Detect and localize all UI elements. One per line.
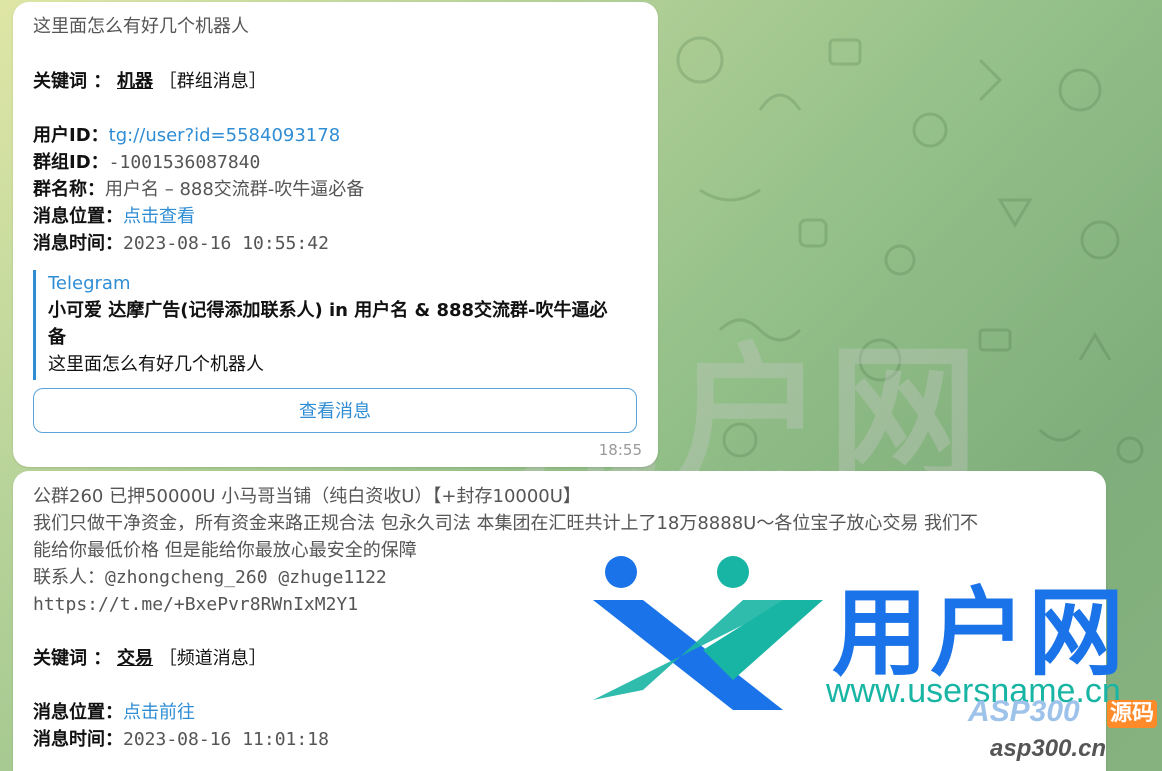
keyword-value: 机器	[117, 71, 154, 92]
asp300-logo: ASP300	[968, 695, 1080, 728]
view-message-button[interactable]: 查看消息	[33, 388, 637, 433]
user-id-label: 用户ID：	[33, 125, 109, 146]
keyword-label: 关键词 ：	[33, 71, 112, 92]
message-time-row: 消息时间：2023-08-16 10:55:42	[33, 230, 329, 257]
message-time-row: 消息时间：2023-08-16 11:01:18	[33, 726, 329, 753]
quote-text: 这里面怎么有好几个机器人	[48, 354, 264, 375]
group-id-row: 群组ID：-1001536087840	[33, 149, 260, 176]
asp300-url: asp300.cn	[990, 735, 1107, 762]
view-link[interactable]: 点击查看	[123, 206, 195, 227]
message-time-value: 2023-08-16 10:55:42	[123, 233, 329, 254]
group-name-row: 群名称：用户名 – 888交流群-吹牛逼必备	[33, 176, 364, 203]
keyword-row: 关键词 ： 机器 ［群组消息］	[33, 68, 267, 95]
message-text: 这里面怎么有好几个机器人	[33, 16, 249, 37]
message-time-label: 消息时间：	[33, 729, 123, 750]
message-position-label: 消息位置：	[33, 206, 123, 227]
quote-source: Telegram	[48, 273, 131, 294]
message-position-row: 消息位置：点击前往	[33, 699, 195, 726]
message-line-2: 我们只做干净资金，所有资金来路正规合法 包永久司法 本集团在汇旺共计上了18万8…	[33, 513, 979, 534]
group-name-value: 用户名 – 888交流群-吹牛逼必备	[105, 179, 365, 200]
message-time-value: 2023-08-16 11:01:18	[123, 729, 329, 750]
group-id-label: 群组ID：	[33, 152, 109, 173]
message-position-label: 消息位置：	[33, 702, 123, 723]
message-line-3: 能给你最低价格 但是能给你最放心最安全的保障	[33, 540, 417, 561]
keyword-row: 关键词 ： 交易 ［频道消息］	[33, 645, 267, 672]
message-position-row: 消息位置：点击查看	[33, 203, 195, 230]
quote-header: 小可爱 达摩广告(记得添加联系人) in 用户名 & 888交流群-吹牛逼必备	[48, 300, 608, 348]
asp300-badge: 源码	[1107, 700, 1158, 728]
message-time-label: 消息时间：	[33, 233, 123, 254]
keyword-type: ［频道消息］	[158, 648, 267, 669]
keyword-type: ［群组消息］	[158, 71, 267, 92]
user-id-link[interactable]: tg://user?id=5584093178	[109, 125, 341, 146]
message-line-1: 公群260 已押50000U 小马哥当铺（纯白资收U）【+封存10000U】	[33, 486, 581, 507]
group-id-value: -1001536087840	[108, 152, 261, 173]
keyword-label: 关键词 ：	[33, 648, 112, 669]
quoted-message[interactable]: Telegram 小可爱 达摩广告(记得添加联系人) in 用户名 & 888交…	[33, 270, 638, 380]
message-bubble-1[interactable]: 这里面怎么有好几个机器人 关键词 ： 机器 ［群组消息］ 用户ID：tg://u…	[13, 2, 658, 467]
message-line-5: https://t.me/+BxePvr8RWnIxM2Y1	[33, 594, 359, 615]
message-line-4: 联系人：@zhongcheng_260 @zhuge1122	[33, 567, 387, 588]
keyword-value: 交易	[117, 648, 154, 669]
user-id-row: 用户ID：tg://user?id=5584093178	[33, 122, 340, 149]
group-name-label: 群名称：	[33, 179, 105, 200]
go-to-link[interactable]: 点击前往	[123, 702, 195, 723]
